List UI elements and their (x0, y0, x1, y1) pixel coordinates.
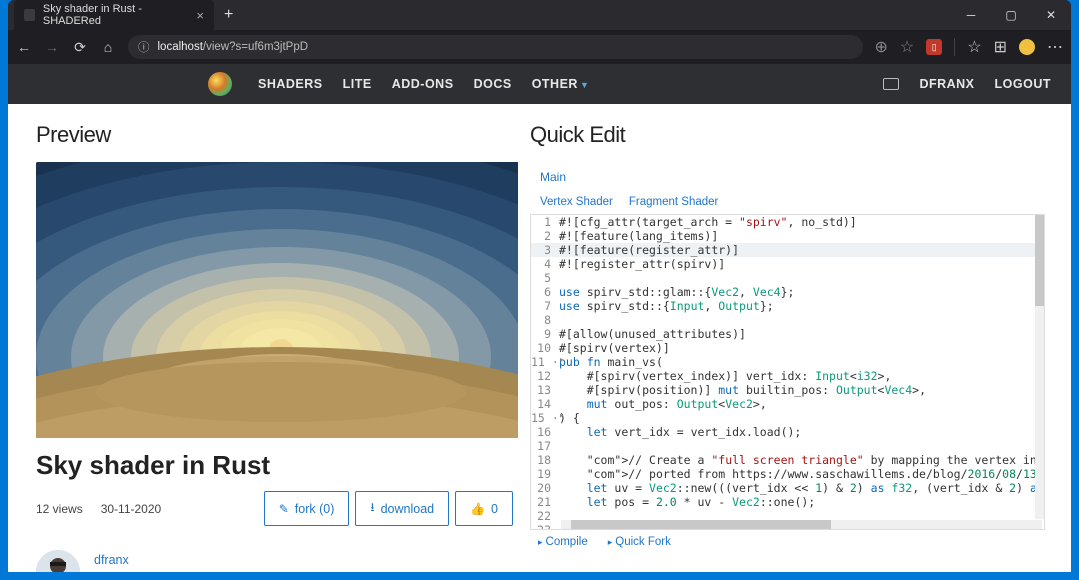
code-line[interactable]: 10#[spirv(vertex)] (531, 341, 1044, 355)
compile-button[interactable]: ▸Compile (538, 536, 588, 548)
pencil-icon: ✎ (279, 502, 289, 516)
author-avatar[interactable] (36, 550, 80, 572)
fork-button[interactable]: ✎fork (0) (264, 491, 350, 526)
site-info-icon[interactable]: ⓘ (138, 39, 150, 55)
nav-other[interactable]: OTHER▼ (532, 77, 590, 91)
collections-icon[interactable]: ⊞ (994, 37, 1007, 57)
nav-username[interactable]: DFRANX (919, 77, 974, 91)
nav-docs[interactable]: DOCS (474, 77, 512, 91)
code-line[interactable]: 6use spirv_std::glam::{Vec2, Vec4}; (531, 285, 1044, 299)
code-line[interactable]: 7use spirv_std::{Input, Output}; (531, 299, 1044, 313)
vertical-scrollbar[interactable] (1035, 215, 1044, 519)
shader-render (36, 162, 518, 438)
menu-button[interactable]: ⋯ (1047, 37, 1063, 57)
tab-title: Sky shader in Rust - SHADERed (43, 3, 189, 27)
quick-fork-button[interactable]: ▸Quick Fork (608, 536, 671, 548)
close-icon[interactable]: × (196, 8, 204, 23)
browser-tab[interactable]: Sky shader in Rust - SHADERed × (14, 0, 214, 30)
like-button[interactable]: 👍0 (455, 491, 513, 526)
code-line[interactable]: 4#![register_attr(spirv)] (531, 257, 1044, 271)
extension-badge[interactable]: ▯ (926, 39, 942, 55)
author-shaders: 22 shaders (94, 570, 151, 572)
code-line[interactable]: 2#![feature(lang_items)] (531, 229, 1044, 243)
quickedit-heading: Quick Edit (530, 122, 1045, 148)
browser-titlebar: Sky shader in Rust - SHADERed × + ─ ▢ ✕ (8, 0, 1071, 30)
code-line[interactable]: 5 (531, 271, 1044, 285)
publish-date: 30-11-2020 (101, 502, 162, 516)
nav-shaders[interactable]: SHADERS (258, 77, 323, 91)
code-line[interactable]: 13 #[spirv(position)] mut builtin_pos: O… (531, 383, 1044, 397)
code-line[interactable]: 9#[allow(unused_attributes)] (531, 327, 1044, 341)
code-line[interactable]: 17 (531, 439, 1044, 453)
maximize-button[interactable]: ▢ (991, 0, 1031, 30)
code-line[interactable]: 11 ·▸pub fn main_vs( (531, 355, 1044, 369)
code-line[interactable]: 18 "com">// Create a "full screen triang… (531, 453, 1044, 467)
download-icon: ⭳ (370, 498, 374, 519)
view-count: 12 views (36, 502, 83, 516)
forward-button[interactable]: → (44, 39, 60, 55)
author-name[interactable]: dfranx (94, 550, 151, 570)
quickedit-file[interactable]: Main (530, 164, 1045, 190)
nav-addons[interactable]: ADD-ONS (392, 77, 454, 91)
nav-logout[interactable]: LOGOUT (995, 77, 1051, 91)
shader-preview (36, 162, 518, 438)
download-button[interactable]: ⭳download (355, 491, 449, 526)
site-navbar: SHADERS LITE ADD-ONS DOCS OTHER▼ DFRANX … (8, 64, 1071, 104)
profile-avatar[interactable] (1019, 39, 1035, 55)
back-button[interactable]: ← (16, 39, 32, 55)
brand-logo[interactable] (208, 72, 232, 96)
url-input[interactable]: ⓘ localhost/view?s=uf6m3jtPpD (128, 35, 863, 59)
code-line[interactable]: 16 let vert_idx = vert_idx.load(); (531, 425, 1044, 439)
close-window-button[interactable]: ✕ (1031, 0, 1071, 30)
code-line[interactable]: 20 let uv = Vec2::new(((vert_idx << 1) &… (531, 481, 1044, 495)
browser-address-bar: ← → ⟳ ⌂ ⓘ localhost/view?s=uf6m3jtPpD ⊕ … (8, 30, 1071, 64)
messages-icon[interactable] (883, 78, 899, 90)
zoom-icon[interactable]: ⊕ (875, 37, 888, 57)
url-path: /view?s=uf6m3jtPpD (203, 41, 308, 53)
code-line[interactable]: 15 ·▸) { (531, 411, 1044, 425)
code-line[interactable]: 14 mut out_pos: Output<Vec2>, (531, 397, 1044, 411)
tab-favicon (24, 9, 35, 21)
code-editor[interactable]: 1#![cfg_attr(target_arch = "spirv", no_s… (530, 215, 1045, 530)
code-line[interactable]: 1#![cfg_attr(target_arch = "spirv", no_s… (531, 215, 1044, 229)
horizontal-scrollbar[interactable] (561, 520, 1042, 529)
nav-lite[interactable]: LITE (343, 77, 372, 91)
tab-vertex-shader[interactable]: Vertex Shader (540, 196, 613, 208)
code-line[interactable]: 8 (531, 313, 1044, 327)
url-host: localhost (158, 41, 203, 53)
code-line[interactable]: 3#![feature(register_attr)] (531, 243, 1044, 257)
refresh-button[interactable]: ⟳ (72, 39, 88, 56)
preview-heading: Preview (36, 122, 513, 148)
code-line[interactable]: 19 "com">// ported from https://www.sasc… (531, 467, 1044, 481)
minimize-button[interactable]: ─ (951, 0, 991, 30)
shader-title: Sky shader in Rust (36, 450, 513, 481)
favorite-icon[interactable]: ☆ (900, 37, 914, 57)
tab-fragment-shader[interactable]: Fragment Shader (629, 196, 719, 208)
new-tab-button[interactable]: + (214, 6, 243, 24)
code-line[interactable]: 21 let pos = 2.0 * uv - Vec2::one(); (531, 495, 1044, 509)
favorites-bar-icon[interactable]: ☆ (967, 37, 981, 57)
home-button[interactable]: ⌂ (100, 39, 116, 55)
thumbs-up-icon: 👍 (470, 502, 485, 516)
code-line[interactable]: 12 #[spirv(vertex_index)] vert_idx: Inpu… (531, 369, 1044, 383)
